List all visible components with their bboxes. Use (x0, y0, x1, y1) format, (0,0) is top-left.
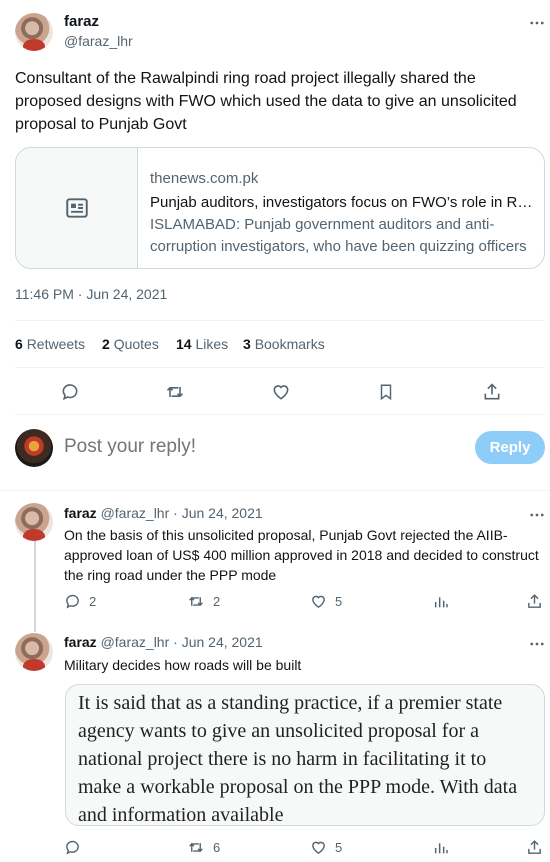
reply-reply-action[interactable] (64, 839, 81, 856)
retweet-icon (189, 842, 203, 853)
retweet-count: 6 (213, 840, 221, 855)
share-icon[interactable] (480, 380, 504, 404)
attached-image-text: It is said that as a standing practice, … (78, 692, 518, 826)
composer-avatar (15, 429, 53, 467)
quotes-stat[interactable]: 2 Quotes (102, 336, 159, 352)
reply-like-action[interactable]: 5 (310, 593, 342, 610)
author-name[interactable]: faraz (64, 13, 99, 30)
reply-icon (66, 594, 79, 609)
reply-author-handle[interactable]: @faraz_lhr (101, 505, 170, 521)
avatar[interactable] (15, 503, 53, 541)
like-icon[interactable] (269, 380, 293, 404)
reply-meta: faraz @faraz_lhr · Jun 24, 2021 (64, 634, 263, 650)
reply-author-name[interactable]: faraz (64, 505, 97, 521)
bookmark-icon[interactable] (374, 380, 398, 404)
reply-button[interactable]: Reply (475, 431, 545, 464)
bookmarks-stat[interactable]: 3 Bookmarks (243, 336, 325, 352)
reply-author-name[interactable]: faraz (64, 634, 97, 650)
views-icon[interactable] (432, 839, 450, 857)
reply-reply-action[interactable]: 2 (64, 593, 96, 610)
retweet-icon (189, 596, 203, 607)
tweet-timestamp[interactable]: 11:46 PM · Jun 24, 2021 (15, 286, 167, 302)
share-icon[interactable] (525, 592, 543, 610)
reply-text: On the basis of this unsolicited proposa… (64, 527, 539, 583)
views-icon[interactable] (432, 593, 450, 611)
reply-icon (66, 840, 79, 855)
card-domain: thenews.com.pk (150, 170, 259, 187)
card-description: ISLAMABAD: Punjab government auditors an… (150, 216, 527, 255)
tweet-text: Consultant of the Rawalpindi ring road p… (15, 70, 517, 133)
reply-input[interactable] (64, 433, 459, 461)
article-icon (64, 195, 90, 221)
likes-stat[interactable]: 14 Likes (176, 336, 228, 352)
attached-image[interactable]: It is said that as a standing practice, … (65, 684, 545, 826)
reply-retweet-action[interactable]: 6 (187, 839, 220, 856)
retweet-count: 2 (213, 594, 221, 609)
more-icon[interactable] (527, 13, 547, 33)
share-icon[interactable] (525, 838, 543, 856)
reply-icon[interactable] (58, 380, 82, 404)
like-icon (312, 595, 325, 609)
like-count: 5 (335, 840, 343, 855)
more-icon[interactable] (527, 505, 547, 525)
card-title: Punjab auditors, investigators focus on … (150, 194, 534, 211)
reply-retweet-action[interactable]: 2 (187, 593, 220, 610)
reply-text: Military decides how roads will be built (64, 657, 302, 673)
reply-date[interactable]: · Jun 24, 2021 (173, 505, 263, 521)
like-count: 5 (335, 594, 343, 609)
reply-like-action[interactable]: 5 (310, 839, 342, 856)
thread-line (34, 540, 36, 632)
reply-author-handle[interactable]: @faraz_lhr (101, 634, 170, 650)
card-thumbnail (16, 148, 138, 268)
avatar[interactable] (15, 13, 53, 51)
retweets-stat[interactable]: 6 Retweets (15, 336, 85, 352)
reply-count: 2 (89, 594, 97, 609)
more-icon[interactable] (527, 634, 547, 654)
author-handle[interactable]: @faraz_lhr (64, 33, 133, 49)
reply-date[interactable]: · Jun 24, 2021 (173, 634, 263, 650)
link-card[interactable]: thenews.com.pk Punjab auditors, investig… (15, 147, 545, 269)
avatar[interactable] (15, 633, 53, 671)
like-icon (312, 841, 325, 855)
reply-meta: faraz @faraz_lhr · Jun 24, 2021 (64, 505, 263, 521)
retweet-icon[interactable] (163, 380, 187, 404)
